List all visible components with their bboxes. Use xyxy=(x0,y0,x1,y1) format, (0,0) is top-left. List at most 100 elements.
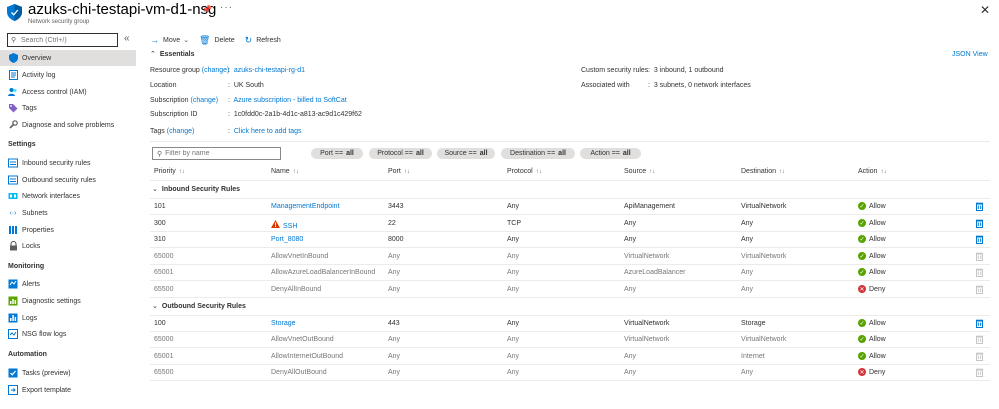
rule-name-link[interactable]: Storage xyxy=(271,320,296,327)
rule-name-link[interactable]: ManagementEndpoint xyxy=(271,203,340,210)
page-header: azuks-chi-testapi-vm-d1-nsg Network secu… xyxy=(0,0,999,30)
column-header-port[interactable]: Port ↑↓ xyxy=(388,168,410,175)
column-header-name[interactable]: Name ↑↓ xyxy=(271,168,299,175)
rule-name-link[interactable]: SSH xyxy=(283,223,297,230)
refresh-button[interactable]: ↻ Refresh xyxy=(245,35,281,46)
sidebar-item-access-control[interactable]: Access control (IAM) xyxy=(0,84,136,100)
delete-rule-icon xyxy=(976,335,983,346)
diagnostic-icon xyxy=(8,296,18,306)
delete-rule-icon[interactable] xyxy=(976,202,983,213)
table-row[interactable]: 65500 DenyAllOutBound Any Any Any Any ✕ D… xyxy=(150,365,990,381)
sort-icon: ↑↓ xyxy=(292,169,299,175)
table-row[interactable]: 300 SSH 22 TCP Any Any ✓ Allow xyxy=(150,216,990,232)
divider xyxy=(150,141,990,142)
column-header-action[interactable]: Action ↑↓ xyxy=(858,168,886,175)
resource-group-link[interactable]: azuks-chi-testapi-rg-d1 xyxy=(234,67,305,74)
filter-input[interactable] xyxy=(165,150,276,157)
table-row[interactable]: 65500 DenyAllInBound Any Any Any Any ✕ De… xyxy=(150,282,990,298)
sidebar-item-diagnose[interactable]: Diagnose and solve problems xyxy=(0,117,136,133)
filter-by-name[interactable]: ⚲ xyxy=(152,147,281,160)
search-icon: ⚲ xyxy=(157,150,163,158)
table-row[interactable]: 65001 AllowInternetOutBound Any Any Any … xyxy=(150,349,990,365)
divider xyxy=(150,180,990,181)
filter-pill-source[interactable]: Source == all xyxy=(437,148,495,159)
table-row[interactable]: 100 Storage 443 Any VirtualNetwork Stora… xyxy=(150,316,990,332)
table-row[interactable]: 310 Port_8080 8000 Any Any Any ✓ Allow xyxy=(150,232,990,248)
tags-change-link[interactable]: (change) xyxy=(167,128,195,135)
sidebar-item-network-interfaces[interactable]: Network interfaces xyxy=(0,188,136,204)
sidebar-item-nsg-flow-logs[interactable]: NSG flow logs xyxy=(0,326,136,342)
sidebar-item-label: Overview xyxy=(22,54,52,62)
delete-rule-icon[interactable] xyxy=(976,235,983,246)
sidebar-section-settings: Settings xyxy=(8,141,36,148)
sidebar-item-overview[interactable]: Overview xyxy=(0,50,136,66)
close-icon[interactable]: ✕ xyxy=(980,3,990,17)
inbound-group-header[interactable]: ⌄ Inbound Security Rules xyxy=(152,185,240,193)
flow-log-icon xyxy=(8,329,18,339)
sidebar-item-alerts[interactable]: Alerts xyxy=(0,276,136,292)
column-header-protocol[interactable]: Protocol ↑↓ xyxy=(507,168,542,175)
page-subtitle: Network security group xyxy=(28,19,90,25)
sidebar-item-outbound-rules[interactable]: Outbound security rules xyxy=(0,172,136,188)
sidebar-item-logs[interactable]: Logs xyxy=(0,310,136,326)
sidebar-item-label: Inbound security rules xyxy=(22,159,91,167)
filter-pill-action[interactable]: Action == all xyxy=(580,148,641,159)
deny-circle-icon: ✕ xyxy=(858,285,866,293)
tags-value: : Click here to add tags xyxy=(228,128,302,135)
delete-button[interactable]: 🗑 Delete xyxy=(199,35,235,46)
subscription-link[interactable]: Azure subscription - billed to SoftCat xyxy=(233,97,346,104)
essentials-toggle[interactable]: ⌃ Essentials xyxy=(150,50,195,59)
resource-group-change-link[interactable]: (change) xyxy=(202,67,230,74)
json-view-link[interactable]: JSON View xyxy=(952,51,988,58)
associated-value: : 3 subnets, 0 network interfaces xyxy=(648,82,751,89)
page-title: azuks-chi-testapi-vm-d1-nsg xyxy=(28,1,217,18)
filter-pill-port[interactable]: Port == all xyxy=(311,148,363,159)
sidebar-item-tags[interactable]: Tags xyxy=(0,100,136,116)
outbound-group-header[interactable]: ⌄ Outbound Security Rules xyxy=(152,302,246,310)
table-row[interactable]: 101 ManagementEndpoint 3443 Any ApiManag… xyxy=(150,199,990,215)
sidebar-item-activity-log[interactable]: Activity log xyxy=(0,67,136,83)
sidebar-item-subnets[interactable]: ‹·› Subnets xyxy=(0,205,136,221)
sort-icon: ↑↓ xyxy=(178,169,185,175)
sidebar-item-tasks[interactable]: Tasks (preview) xyxy=(0,365,136,381)
move-button[interactable]: → Move ⌄ xyxy=(150,35,189,45)
rule-name-link[interactable]: Port_8080 xyxy=(271,236,303,243)
sidebar-item-locks[interactable]: Locks xyxy=(0,238,136,254)
pin-icon[interactable]: 📌 xyxy=(202,5,212,14)
sort-icon: ↑↓ xyxy=(649,169,656,175)
sidebar-item-label: Outbound security rules xyxy=(22,176,96,184)
delete-rule-icon[interactable] xyxy=(976,219,983,230)
sidebar-search-input[interactable] xyxy=(21,34,116,46)
wrench-icon xyxy=(8,120,18,130)
column-header-source[interactable]: Source ↑↓ xyxy=(624,168,655,175)
table-row[interactable]: 65001 AllowAzureLoadBalancerInBound Any … xyxy=(150,265,990,281)
sidebar-search[interactable]: ⚲ xyxy=(7,33,118,47)
column-header-priority[interactable]: Priority ↑↓ xyxy=(154,168,185,175)
tags-label: Tags (change) xyxy=(150,128,195,135)
refresh-label: Refresh xyxy=(256,36,281,44)
delete-rule-icon xyxy=(976,352,983,363)
filter-pill-protocol[interactable]: Protocol == all xyxy=(369,148,432,159)
sidebar-item-properties[interactable]: Properties xyxy=(0,222,136,238)
column-header-destination[interactable]: Destination ↑↓ xyxy=(741,168,785,175)
sidebar-item-export-template[interactable]: Export template xyxy=(0,382,136,398)
sidebar-item-diagnostic-settings[interactable]: Diagnostic settings xyxy=(0,293,136,309)
outbound-icon xyxy=(8,175,18,185)
network-security-group-icon xyxy=(7,4,22,21)
table-row[interactable]: 65000 AllowVnetOutBound Any Any VirtualN… xyxy=(150,332,990,348)
delete-rule-icon[interactable] xyxy=(976,319,983,330)
sidebar-item-label: Network interfaces xyxy=(22,192,80,200)
table-row[interactable]: 65000 AllowVnetInBound Any Any VirtualNe… xyxy=(150,249,990,265)
chevron-down-icon: ⌄ xyxy=(152,303,158,310)
more-icon[interactable]: ··· xyxy=(220,2,233,13)
network-interface-icon xyxy=(8,191,18,201)
subscription-change-link[interactable]: (change) xyxy=(190,97,218,104)
location-value: : UK South xyxy=(228,82,264,89)
subnet-icon: ‹·› xyxy=(9,209,17,217)
sidebar-item-inbound-rules[interactable]: Inbound security rules xyxy=(0,155,136,171)
filter-pill-destination[interactable]: Destination == all xyxy=(501,148,575,159)
location-label: Location xyxy=(150,82,177,89)
deny-circle-icon: ✕ xyxy=(858,368,866,376)
add-tags-link[interactable]: Click here to add tags xyxy=(234,128,302,135)
double-chevron-left-icon[interactable]: « xyxy=(124,33,130,44)
